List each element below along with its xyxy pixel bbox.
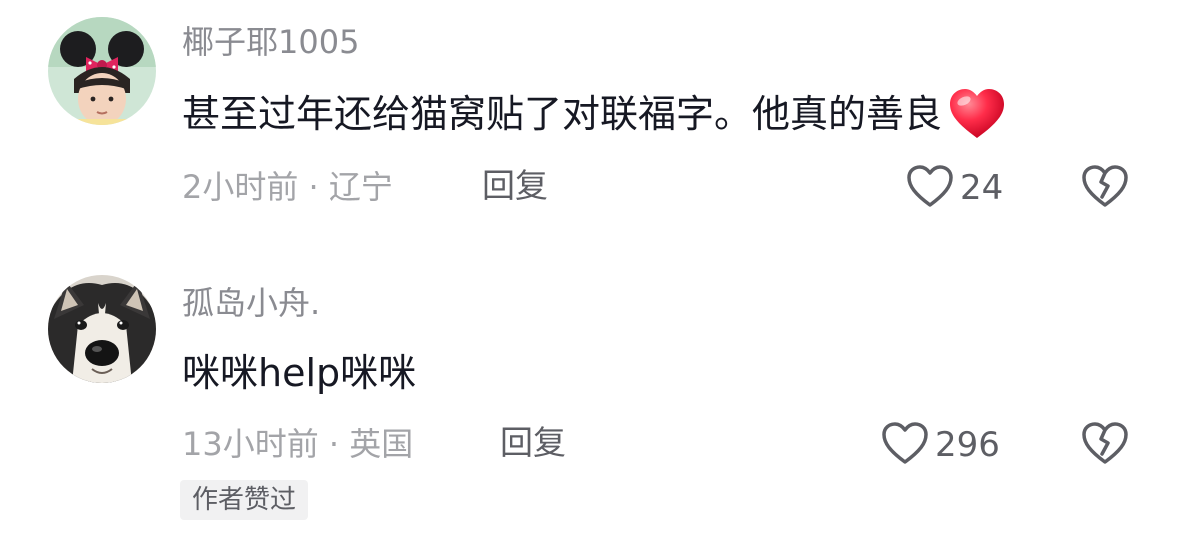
comment-time: 2小时前 [182, 168, 299, 206]
dislike-button[interactable] [1081, 164, 1129, 212]
like-count: 296 [935, 425, 1000, 465]
heart-outline-icon [881, 421, 929, 469]
comment-time: 13小时前 [182, 425, 319, 463]
comment-location: 英国 [349, 425, 414, 463]
reply-button[interactable]: 回复 [500, 423, 566, 463]
avatar-husky-dog-icon [48, 275, 156, 383]
avatar-girl-minnie-ears-icon [48, 17, 156, 125]
reply-button[interactable]: 回复 [482, 166, 548, 206]
like-button[interactable]: 24 [906, 164, 1003, 212]
avatar[interactable] [48, 17, 156, 125]
red-heart-emoji-icon [948, 88, 1006, 140]
comment-item: 孤岛小舟. 咪咪help咪咪 13小时前 · 英国 回复 296 作者赞过 [0, 260, 1179, 560]
broken-heart-icon [1081, 165, 1129, 212]
comment-location: 辽宁 [328, 168, 393, 206]
dislike-button[interactable] [1081, 421, 1129, 469]
comment-text-body: 咪咪help咪咪 [182, 351, 417, 395]
comment-username[interactable]: 椰子耶1005 [182, 22, 359, 62]
comment-text: 咪咪help咪咪 [182, 349, 416, 397]
comment-meta: 2小时前 · 辽宁 [182, 167, 393, 207]
comment-text: 甚至过年还给猫窝贴了对联福字。他真的善良 [182, 88, 1006, 140]
comment-username[interactable]: 孤岛小舟. [182, 283, 320, 323]
meta-separator: · [328, 425, 340, 463]
comment-item: 椰子耶1005 甚至过年还给猫窝贴了对联福字。他真的善良 2小时前 · 辽宁 回… [0, 0, 1179, 240]
broken-heart-icon [1081, 422, 1129, 469]
like-button[interactable]: 296 [881, 421, 1000, 469]
meta-separator: · [308, 168, 319, 206]
heart-outline-icon [906, 164, 954, 212]
like-count: 24 [960, 168, 1004, 208]
author-liked-badge: 作者赞过 [180, 480, 309, 520]
comment-meta: 13小时前 · 英国 [182, 424, 413, 464]
comment-text-body: 甚至过年还给猫窝贴了对联福字。他真的善良 [182, 92, 943, 136]
avatar[interactable] [48, 275, 156, 383]
